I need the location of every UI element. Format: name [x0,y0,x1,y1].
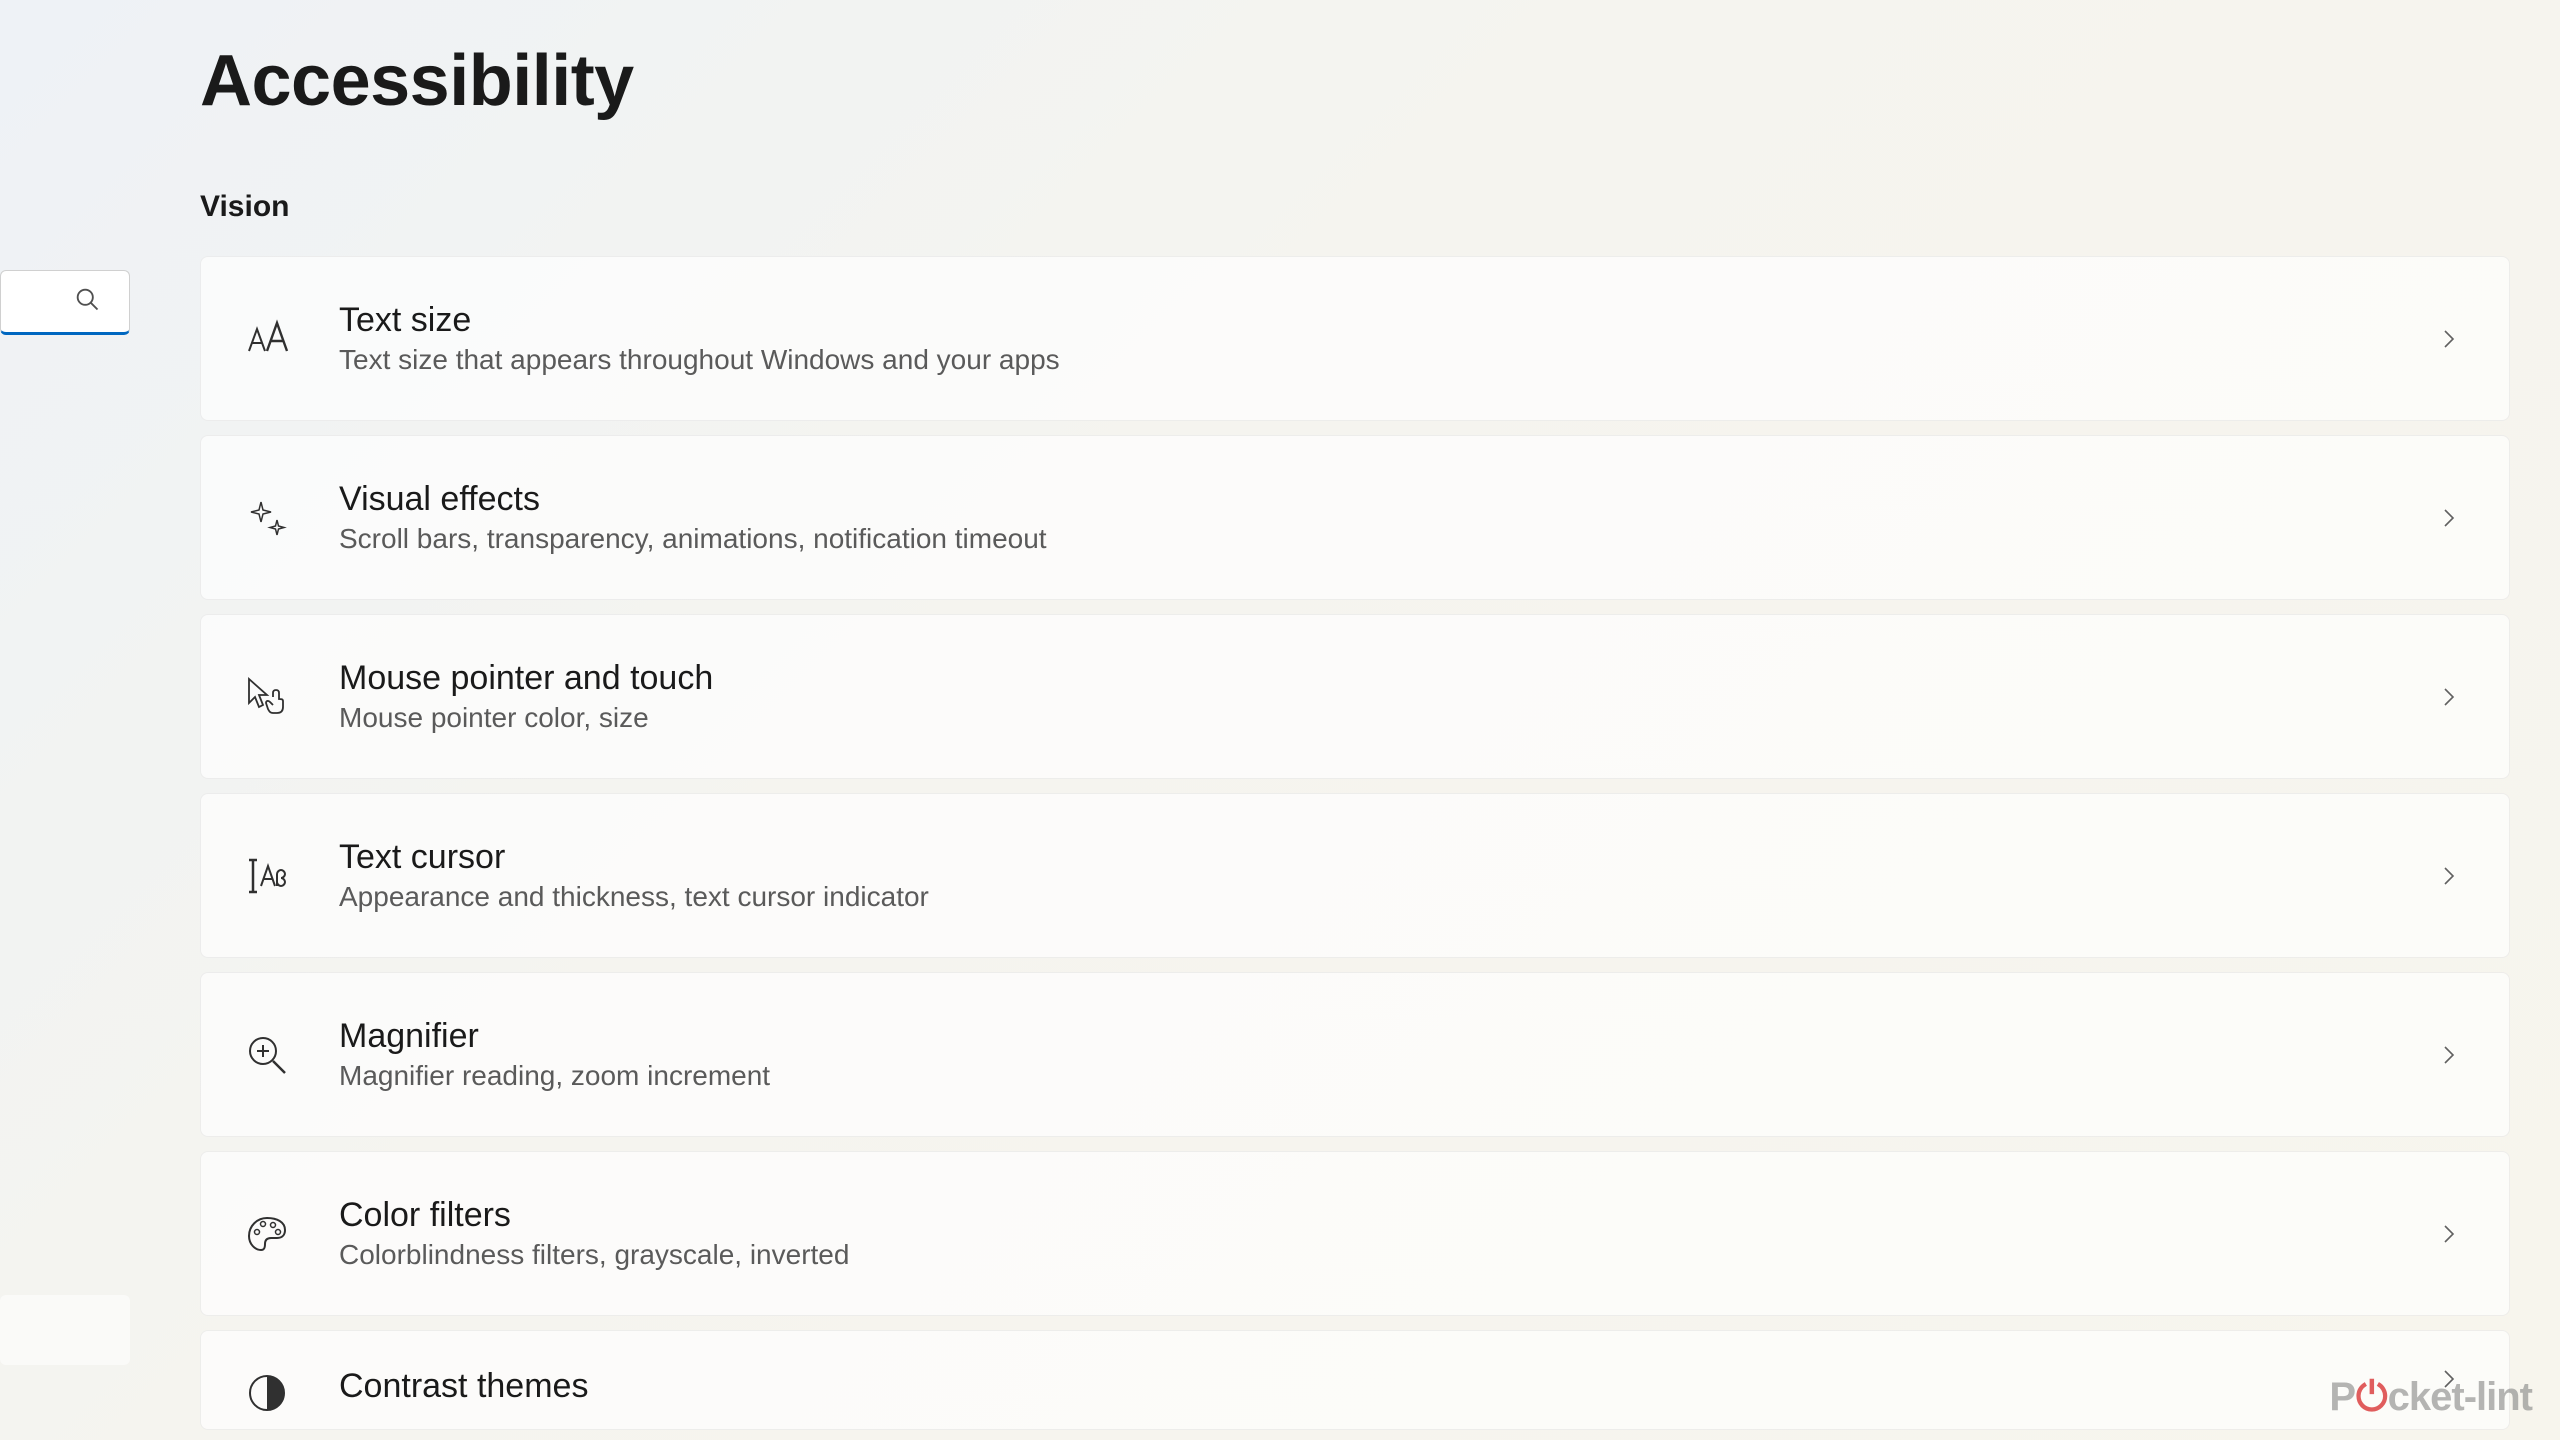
setting-text: Visual effects Scroll bars, transparency… [339,480,2437,555]
mouse-pointer-icon [241,671,293,723]
chevron-right-icon [2437,327,2461,351]
page-title: Accessibility [200,40,2510,122]
text-size-icon [241,313,293,365]
color-filters-icon [241,1208,293,1260]
setting-desc: Text size that appears throughout Window… [339,344,2437,376]
sidebar-nav-item[interactable] [0,1295,130,1365]
watermark-pre: P [2329,1375,2355,1420]
setting-item-visual-effects[interactable]: Visual effects Scroll bars, transparency… [200,435,2510,600]
sidebar-strip [0,0,140,1440]
section-header-vision: Vision [200,190,2510,224]
setting-title: Color filters [339,1196,2437,1235]
setting-item-text-cursor[interactable]: Text cursor Appearance and thickness, te… [200,793,2510,958]
content-area: Accessibility Vision Text size Text size… [200,40,2510,1430]
setting-title: Magnifier [339,1017,2437,1056]
chevron-right-icon [2437,1222,2461,1246]
setting-title: Visual effects [339,480,2437,519]
setting-title: Mouse pointer and touch [339,659,2437,698]
setting-text: Mouse pointer and touch Mouse pointer co… [339,659,2437,734]
contrast-themes-icon [241,1367,293,1419]
setting-desc: Magnifier reading, zoom increment [339,1060,2437,1092]
setting-item-color-filters[interactable]: Color filters Colorblindness filters, gr… [200,1151,2510,1316]
setting-item-contrast-themes[interactable]: Contrast themes [200,1330,2510,1430]
setting-text: Text cursor Appearance and thickness, te… [339,838,2437,913]
setting-item-text-size[interactable]: Text size Text size that appears through… [200,256,2510,421]
setting-title: Contrast themes [339,1367,2437,1406]
search-input[interactable] [0,270,130,335]
text-cursor-icon [241,850,293,902]
setting-item-mouse-pointer[interactable]: Mouse pointer and touch Mouse pointer co… [200,614,2510,779]
setting-text: Text size Text size that appears through… [339,301,2437,376]
visual-effects-icon [241,492,293,544]
chevron-right-icon [2437,864,2461,888]
setting-desc: Appearance and thickness, text cursor in… [339,881,2437,913]
chevron-right-icon [2437,685,2461,709]
setting-desc: Scroll bars, transparency, animations, n… [339,523,2437,555]
chevron-right-icon [2437,506,2461,530]
magnifier-icon [241,1029,293,1081]
watermark-post: cket-lint [2388,1375,2532,1420]
setting-desc: Mouse pointer color, size [339,702,2437,734]
settings-list: Text size Text size that appears through… [200,256,2510,1430]
power-icon: ⏻ [2356,1375,2387,1420]
chevron-right-icon [2437,1043,2461,1067]
setting-text: Contrast themes [339,1367,2437,1406]
setting-title: Text cursor [339,838,2437,877]
setting-text: Color filters Colorblindness filters, gr… [339,1196,2437,1271]
setting-item-magnifier[interactable]: Magnifier Magnifier reading, zoom increm… [200,972,2510,1137]
watermark: P⏻cket-lint [2329,1375,2532,1420]
setting-desc: Colorblindness filters, grayscale, inver… [339,1239,2437,1271]
setting-title: Text size [339,301,2437,340]
search-icon [73,285,101,318]
setting-text: Magnifier Magnifier reading, zoom increm… [339,1017,2437,1092]
